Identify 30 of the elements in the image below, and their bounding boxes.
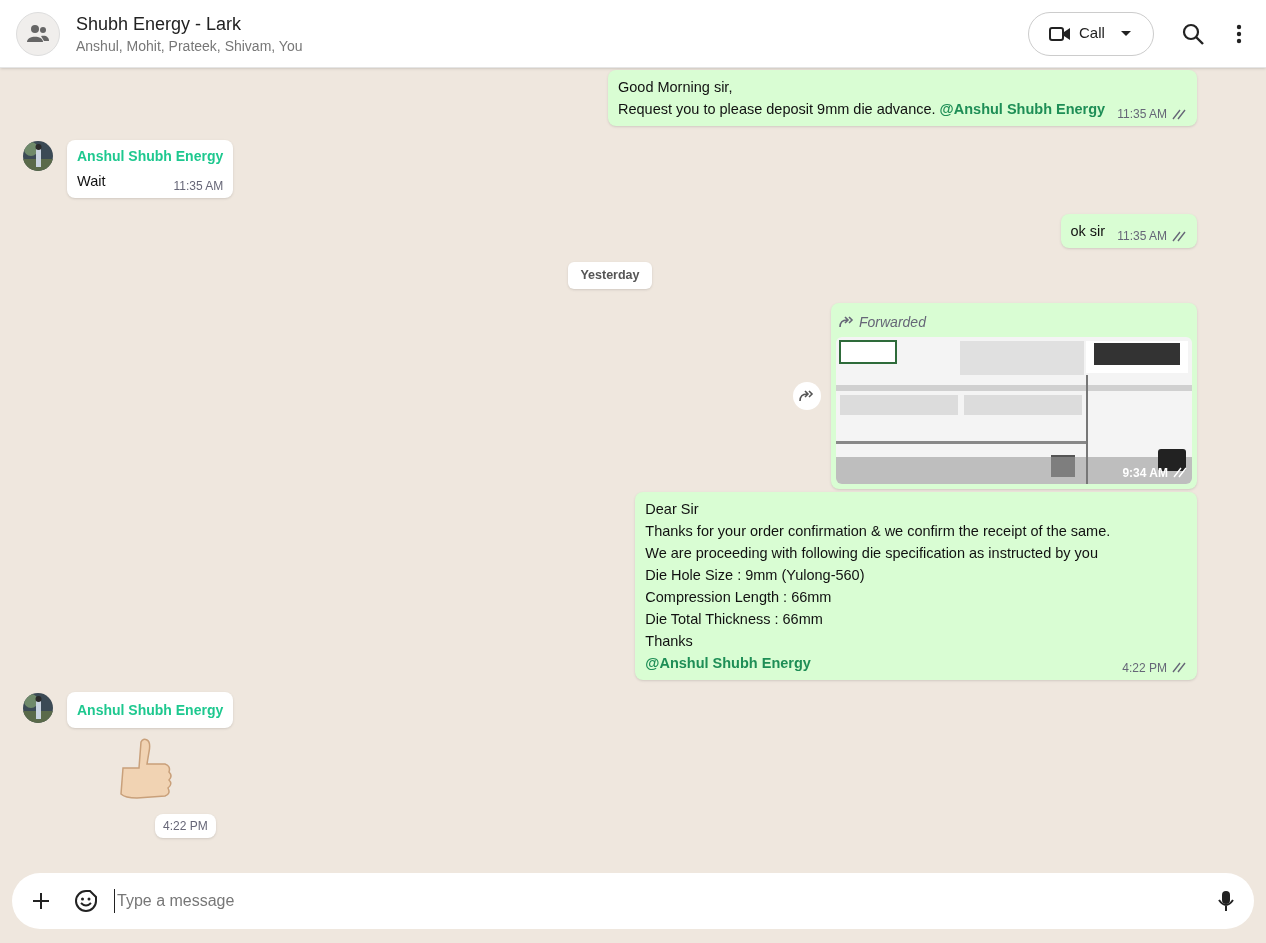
message-time: 11:35 AM	[1117, 228, 1167, 245]
search-icon[interactable]	[1182, 22, 1204, 45]
message-time: 11:35 AM	[1117, 106, 1167, 123]
forward-button[interactable]	[793, 381, 821, 410]
message-text: Wait	[77, 172, 106, 191]
forwarded-label: Forwarded	[859, 312, 926, 332]
message-text: Good Morning sir, Request you to please deposit 9mm die advance. @Anshul Shubh Energy	[617, 78, 1106, 119]
group-icon	[26, 23, 50, 44]
message-time: 4:22 PM	[155, 813, 216, 838]
message-field[interactable]: Type a message	[12, 873, 1254, 929]
message-time: 11:35 AM	[173, 178, 224, 195]
sender-name: Anshul Shubh Energy	[77, 147, 224, 166]
message-text: ok sir	[1070, 222, 1106, 241]
caret-icon	[1120, 30, 1131, 37]
forward-icon	[839, 316, 855, 329]
message-input[interactable]: Type a message	[114, 889, 1218, 913]
menu-icon[interactable]	[1236, 23, 1242, 44]
sticker-icon[interactable]	[74, 889, 98, 913]
video-camera-icon	[1049, 25, 1071, 42]
group-avatar[interactable]	[16, 11, 60, 56]
chat-title: Shubh Energy - Lark	[76, 12, 243, 36]
message-text: Dear Sir Thanks for your order confirmation & we confirm the receipt of the same. We are proceeding with following die specification as instructed by you Die Hole Size : 9mm (Yulong-560) Compression Length : 66mm Die Total Thickness : 66mm Thanks @Anshul Shubh Energy	[645, 499, 1111, 673]
microphone-icon[interactable]	[1218, 890, 1234, 912]
chat-members: Anshul, Mohit, Prateek, Shivam, You	[76, 36, 303, 56]
forward-icon	[799, 389, 815, 402]
sender-name: Anshul Shubh Energy	[77, 701, 224, 718]
message-time: 4:22 PM	[1122, 659, 1167, 677]
plus-icon[interactable]	[32, 892, 50, 910]
call-button[interactable]: Call	[1028, 11, 1154, 56]
message-time: 9:34 AM	[1122, 464, 1168, 482]
